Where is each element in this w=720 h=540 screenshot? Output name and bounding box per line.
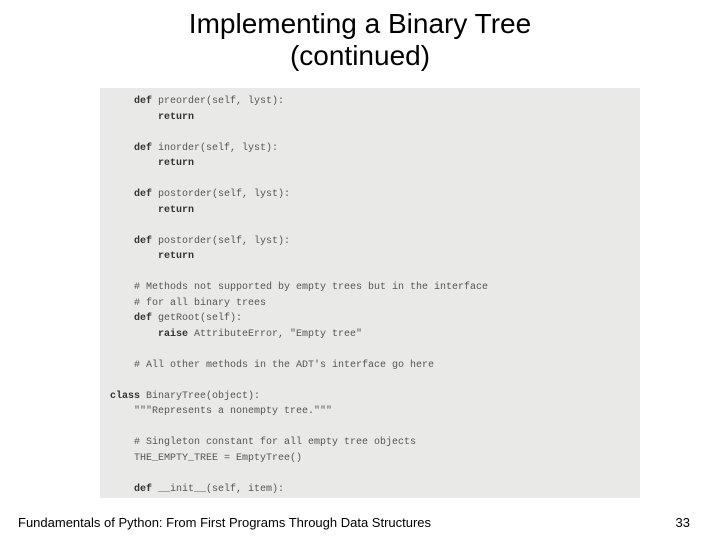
title-line-2: (continued) (290, 40, 430, 71)
code-comment: # Methods not supported by empty trees b… (110, 282, 488, 293)
title-line-1: Implementing a Binary Tree (189, 8, 531, 39)
kw-raise: raise (110, 329, 194, 340)
code-comment: # for all binary trees (110, 298, 266, 309)
code-comment: # Singleton constant for all empty tree … (110, 437, 416, 448)
code-text: BinaryTree(object): (146, 391, 260, 402)
slide-title: Implementing a Binary Tree (continued) (0, 0, 720, 72)
code-text: preorder(self, lyst): (158, 96, 284, 107)
kw-def: def (110, 143, 158, 154)
kw-return: return (110, 205, 194, 216)
code-listing: def preorder(self, lyst): return def ino… (100, 88, 640, 498)
slide: Implementing a Binary Tree (continued) d… (0, 0, 720, 540)
code-text: getRoot(self): (158, 313, 242, 324)
code-docstring: """Represents a nonempty tree.""" (110, 406, 332, 417)
code-text: THE_EMPTY_TREE = EmptyTree() (110, 453, 302, 464)
kw-return: return (110, 112, 194, 123)
kw-def: def (110, 96, 158, 107)
kw-return: return (110, 251, 194, 262)
code-text: __init__(self, item): (158, 484, 284, 495)
code-text: inorder(self, lyst): (158, 143, 278, 154)
kw-return: return (110, 158, 194, 169)
kw-def: def (110, 484, 158, 495)
kw-class: class (110, 391, 146, 402)
kw-def: def (110, 313, 158, 324)
kw-def: def (110, 189, 158, 200)
code-text: postorder(self, lyst): (158, 189, 290, 200)
code-text: postorder(self, lyst): (158, 236, 290, 247)
code-comment: # All other methods in the ADT's interfa… (110, 360, 434, 371)
footer-text: Fundamentals of Python: From First Progr… (18, 515, 431, 530)
code-text: AttributeError, "Empty tree" (194, 329, 362, 340)
page-number: 33 (676, 515, 690, 530)
kw-def: def (110, 236, 158, 247)
